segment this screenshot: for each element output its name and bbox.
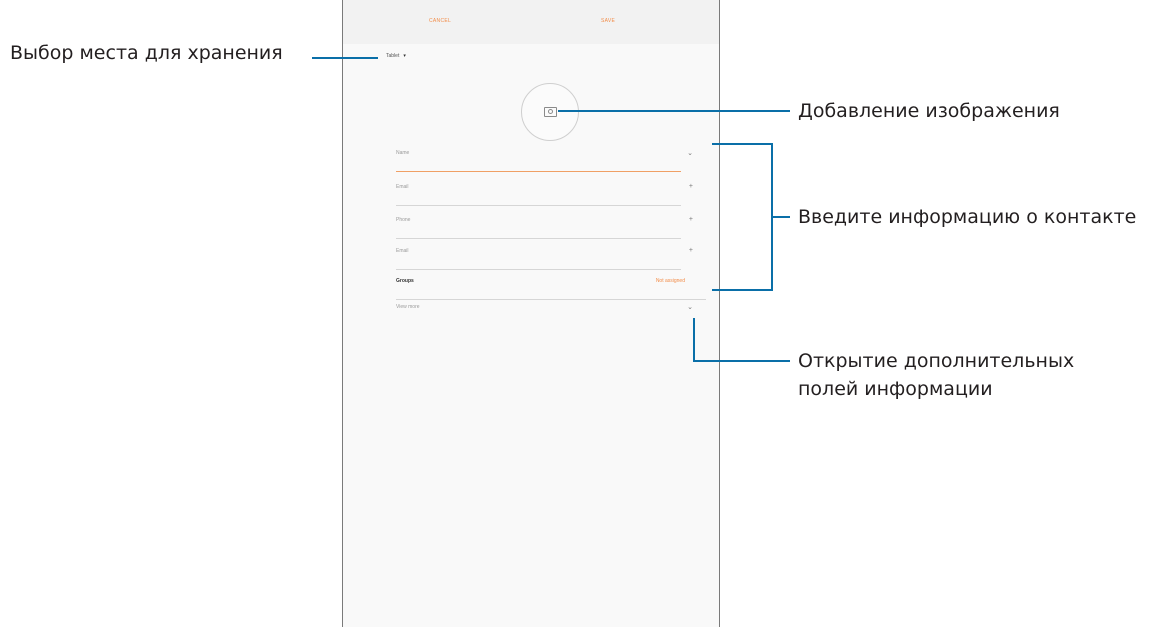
field-underline: [396, 205, 681, 206]
groups-value[interactable]: Not assigned: [656, 278, 685, 284]
add-photo-button[interactable]: [521, 83, 579, 141]
view-more-label: View more: [396, 304, 420, 310]
annotation-more-fields-line2: полей информации: [798, 378, 993, 400]
name-field-label: Name: [396, 150, 410, 156]
phone-field-label: Phone: [396, 217, 411, 223]
leader-info-top: [712, 143, 773, 145]
save-button[interactable]: SAVE: [601, 18, 615, 24]
annotation-more-fields-line1: Открытие дополнительных: [798, 350, 1075, 372]
leader-info-out: [771, 216, 790, 218]
expand-more-icon[interactable]: ⌄: [687, 303, 693, 311]
storage-selector[interactable]: Tablet ▾: [386, 53, 406, 59]
add-icon[interactable]: +: [689, 183, 693, 190]
tablet-screen: CANCEL SAVE Tablet ▾ Name ⌄ Email + Phone…: [342, 0, 720, 627]
annotation-contact-info: Введите информацию о контакте: [798, 206, 1137, 228]
cancel-button[interactable]: CANCEL: [429, 18, 451, 24]
leader-storage: [312, 57, 378, 59]
leader-info-bottom: [712, 289, 773, 291]
annotation-add-image: Добавление изображения: [798, 100, 1060, 122]
action-bar: CANCEL SAVE: [343, 0, 719, 44]
name-field-underline: [396, 171, 681, 172]
camera-icon: [544, 107, 557, 117]
groups-label: Groups: [396, 278, 414, 284]
add-phone-icon[interactable]: +: [689, 216, 693, 223]
email-field-1[interactable]: Email +: [396, 176, 693, 206]
leader-more-horizontal: [693, 360, 790, 362]
view-more-row[interactable]: View more ⌄: [396, 296, 693, 326]
leader-image: [558, 110, 790, 112]
field-underline: [396, 238, 681, 239]
email-field-2[interactable]: Email +: [396, 240, 693, 270]
name-field[interactable]: Name ⌄: [396, 142, 693, 172]
phone-field[interactable]: Phone +: [396, 209, 693, 239]
email-field-2-label: Email: [396, 248, 409, 254]
dropdown-arrow-icon: ▾: [403, 53, 406, 59]
leader-more-vertical: [693, 318, 695, 362]
annotation-storage: Выбор места для хранения: [10, 42, 283, 64]
email-field-1-label: Email: [396, 184, 409, 190]
add-email-icon[interactable]: +: [689, 247, 693, 254]
storage-label: Tablet: [386, 53, 400, 59]
expand-name-icon[interactable]: ⌄: [687, 149, 693, 157]
annotation-more-fields: Открытие дополнительных полей информации: [798, 347, 1074, 403]
